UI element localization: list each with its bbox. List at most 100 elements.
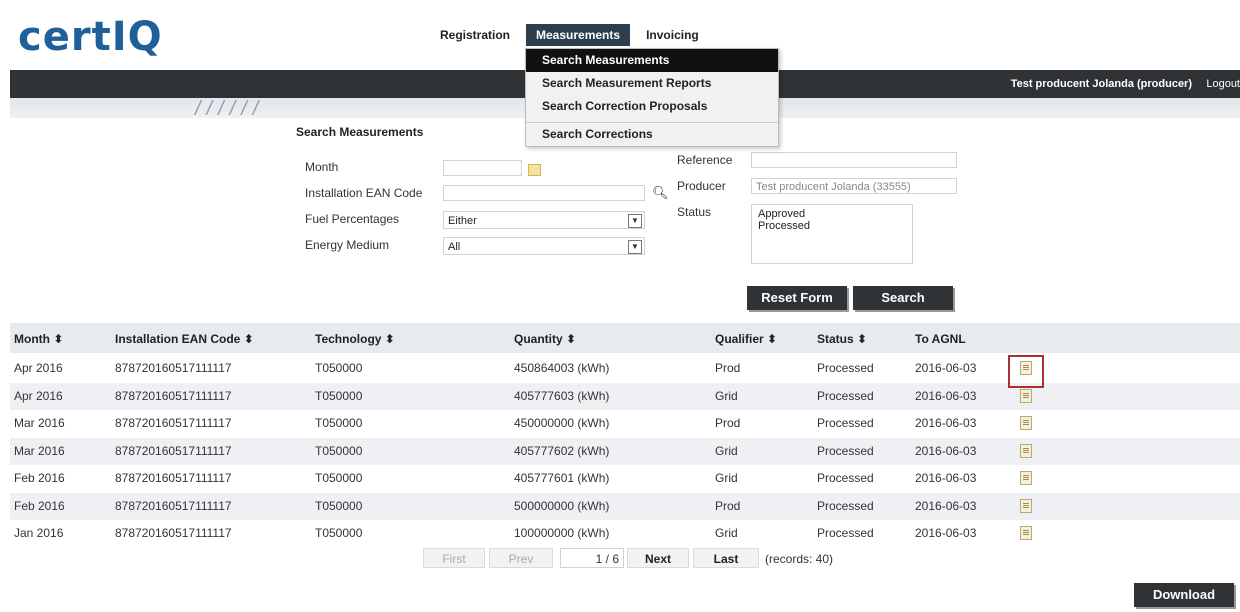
table-row[interactable]: Apr 2016 878720160517111117 T050000 4057776… [10,382,1240,410]
cell-technology: T050000 [315,388,363,403]
table-row[interactable]: Feb 2016 878720160517111117 T050000 5000000… [10,492,1240,520]
table-row[interactable]: Feb 2016 878720160517111117 T050000 4057776… [10,465,1240,492]
table-row[interactable]: Jan 2016 878720160517111117 T050000 1000000… [10,520,1240,547]
sort-icon[interactable]: ⬍ [566,332,576,346]
cell-ean: 878720160517111117 [115,361,232,375]
cell-month: Jan 2016 [14,526,64,540]
report-icon[interactable] [1020,388,1032,403]
cell-technology: T050000 [315,526,363,540]
fuel-select[interactable]: Either ▼ [443,211,645,229]
nav-measurements[interactable]: Measurements [526,24,631,46]
table-row[interactable]: Apr 2016 878720160517111117 T050000 4508640… [10,355,1240,382]
records-count: (records: 40) [765,552,834,566]
cell-status: Processed [817,361,874,375]
first-page-button[interactable]: First [423,548,485,568]
sort-icon[interactable]: ⬍ [767,332,777,346]
cell-month: Mar 2016 [14,416,65,430]
menu-search-correction-proposals[interactable]: Search Correction Proposals [526,95,778,118]
table-row[interactable]: Mar 2016 878720160517111117 T050000 4057776… [10,437,1240,465]
cell-quantity: 450864003 (kWh) [514,361,610,375]
cell-ean: 878720160517111117 [115,526,232,540]
user-name: Test producent Jolanda (producer) [1010,78,1192,90]
sort-icon[interactable]: ⬍ [385,332,395,346]
cell-month: Feb 2016 [14,471,65,485]
cell-to-agnl: 2016-06-03 [915,361,977,375]
status-option-approved[interactable]: Approved [758,208,906,220]
reference-label: Reference [677,153,733,167]
column-month[interactable]: Month ⬍ [14,332,63,346]
energy-label: Energy Medium [305,238,390,252]
nav-invoicing[interactable]: Invoicing [636,24,709,46]
page-number-input[interactable]: 1 / 6 [560,548,624,568]
cell-month: Feb 2016 [14,498,65,513]
column-status[interactable]: Status ⬍ [817,332,867,346]
status-option-processed[interactable]: Processed [758,220,906,232]
menu-search-measurements[interactable]: Search Measurements [526,49,778,72]
cell-month: Mar 2016 [14,443,65,458]
column-to-agnl: To AGNL [915,332,966,346]
sort-icon[interactable]: ⬍ [244,332,254,346]
cell-ean: 878720160517111117 [115,416,232,430]
cell-technology: T050000 [315,416,363,430]
cell-status: Processed [817,388,874,403]
cell-technology: T050000 [315,443,363,458]
report-icon[interactable] [1020,471,1032,485]
chevron-down-icon[interactable]: ▼ [628,240,642,254]
cell-qualifier: Prod [715,498,741,513]
sort-icon[interactable]: ⬍ [53,332,63,346]
sort-icon[interactable]: ⬍ [857,332,867,346]
cell-quantity: 450000000 (kWh) [514,416,610,430]
month-input[interactable] [443,160,522,176]
column-technology[interactable]: Technology ⬍ [315,332,395,346]
cell-technology: T050000 [315,498,363,513]
logout-link[interactable]: Logout [1206,78,1240,90]
reference-input[interactable] [751,152,957,168]
search-button[interactable]: Search [853,286,953,310]
measurements-dropdown-menu: Search Measurements Search Measurement R… [525,48,779,147]
report-icon[interactable] [1020,526,1032,540]
cell-ean: 878720160517111117 [115,388,232,403]
cell-ean: 878720160517111117 [115,443,232,458]
cell-qualifier: Prod [715,416,741,430]
next-page-button[interactable]: Next [627,548,689,568]
chevron-down-icon[interactable]: ▼ [628,214,642,228]
energy-select[interactable]: All ▼ [443,237,645,255]
status-label: Status [677,205,712,219]
ean-input[interactable] [443,185,645,201]
report-icon[interactable] [1020,416,1032,430]
cell-to-agnl: 2016-06-03 [915,416,977,430]
producer-label: Producer [677,179,726,193]
cell-quantity: 100000000 (kWh) [514,526,610,540]
column-quantity[interactable]: Quantity ⬍ [514,332,576,346]
cell-month: Apr 2016 [14,361,63,375]
cell-to-agnl: 2016-06-03 [915,443,977,458]
nav-registration[interactable]: Registration [430,24,520,46]
decorative-slashes: ////// [195,98,265,120]
report-icon[interactable] [1020,443,1032,458]
cell-status: Processed [817,471,874,485]
producer-input[interactable]: Test producent Jolanda (33555) [751,178,957,194]
download-button[interactable]: Download [1134,583,1234,607]
column-installation-ean[interactable]: Installation EAN Code ⬍ [115,332,254,346]
table-row[interactable]: Mar 2016 878720160517111117 T050000 4500000… [10,410,1240,437]
cell-status: Processed [817,526,874,540]
cell-status: Processed [817,498,874,513]
calendar-icon[interactable] [528,164,541,176]
reset-form-button[interactable]: Reset Form [747,286,847,310]
report-icon[interactable] [1020,498,1032,513]
menu-search-measurement-reports[interactable]: Search Measurement Reports [526,72,778,95]
status-listbox[interactable]: Approved Processed [751,204,913,264]
ean-label: Installation EAN Code [305,186,423,200]
cell-technology: T050000 [315,361,363,375]
cell-technology: T050000 [315,471,363,485]
highlight-box [1008,355,1044,388]
certiq-logo[interactable]: certIQ [18,14,163,60]
cell-qualifier: Grid [715,388,738,403]
column-qualifier[interactable]: Qualifier ⬍ [715,332,777,346]
cell-month: Apr 2016 [14,388,63,403]
menu-search-corrections[interactable]: Search Corrections [526,123,778,146]
prev-page-button[interactable]: Prev [489,548,553,568]
search-icon[interactable]: 🔍︎ [652,185,669,201]
last-page-button[interactable]: Last [693,548,759,568]
cell-to-agnl: 2016-06-03 [915,471,977,485]
